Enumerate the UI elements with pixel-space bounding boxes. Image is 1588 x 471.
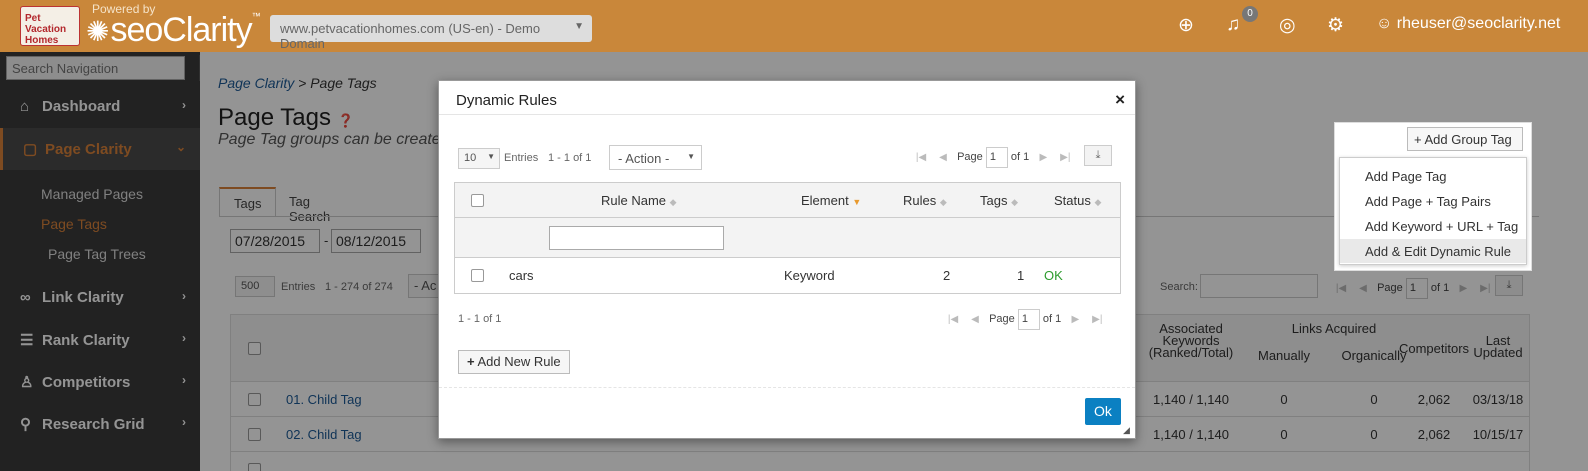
brand-logo: ✺seoClarity™ [86,11,261,49]
add-group-tag-dropdown: + Add Group Tag Add Page Tag Add Page + … [1334,122,1532,271]
modal-bottom-pager: |◀ ◀ Page 1 of 1 ▶ ▶| [942,309,1108,330]
last-page-icon[interactable]: ▶| [1086,314,1108,325]
rules-table: Rule Name ◆ Element ▼ Rules ◆ Tags ◆ Sta… [454,182,1121,294]
modal-header-divider [439,114,1135,115]
first-page-icon[interactable]: |◀ [910,152,932,163]
rule-name-value: cars [509,268,534,283]
sort-icon: ◆ [1094,197,1102,207]
sort-icon: ◆ [1011,197,1019,207]
chevron-down-icon: ▼ [574,21,584,32]
add-new-rule-button[interactable]: + Add New Rule [458,350,570,374]
menu-item-add-edit-dynamic-rule[interactable]: Add & Edit Dynamic Rule [1340,239,1526,263]
sort-icon: ◆ [669,197,677,207]
col-status[interactable]: Status ◆ [1054,193,1101,208]
ok-button[interactable]: Ok [1085,398,1121,425]
entries-label: Entries [504,152,539,164]
dynamic-rules-modal: Dynamic Rules × 10 ▼ Entries 1 - 1 of 1 … [438,80,1136,439]
pager-of-label: of 1 [1042,313,1062,325]
col-tags[interactable]: Tags ◆ [980,193,1018,208]
page-number-input[interactable]: 1 [985,147,1008,168]
domain-select[interactable]: www.petvacationhomes.com (US-en) - Demo … [270,15,592,51]
user-menu[interactable]: ☺ rheuser@seoclarity.net [1376,15,1560,33]
action-select[interactable]: - Action - ▼ [609,145,702,170]
resize-handle-icon[interactable]: ◢ [1123,426,1132,435]
domain-value: www.petvacationhomes.com (US-en) - Demo … [280,21,541,51]
col-rule-name-label: Rule Name [601,193,667,208]
next-page-icon[interactable]: ▶ [1032,152,1054,163]
sort-icon: ◆ [939,197,947,207]
select-all-checkbox[interactable] [471,194,484,207]
sort-desc-icon: ▼ [852,197,862,207]
prev-page-icon[interactable]: ◀ [932,152,954,163]
brand-gear-icon: ✺ [86,16,109,47]
col-status-label: Status [1054,193,1091,208]
chevron-down-icon: ▼ [487,152,495,161]
plus-icon: + [467,354,475,369]
row-checkbox[interactable] [471,269,484,282]
col-rule-name[interactable]: Rule Name ◆ [601,193,677,208]
gear-icon[interactable]: ⚙ [1327,14,1344,37]
notification-badge: 0 [1242,6,1258,22]
modal-top-pager: |◀ ◀ Page 1 of 1 ▶ ▶| [910,147,1076,168]
element-value: Keyword [784,268,835,283]
add-circle-icon[interactable]: ⊕ [1178,14,1194,37]
range-label: 1 - 1 of 1 [548,152,592,164]
status-badge: OK [1044,268,1063,283]
modal-title: Dynamic Rules [456,92,557,109]
next-page-icon[interactable]: ▶ [1064,314,1086,325]
page-size-value: 10 [464,152,477,164]
page-number-input[interactable]: 1 [1017,309,1040,330]
menu-item-add-page-tag[interactable]: Add Page Tag [1340,164,1526,188]
footer-range-label: 1 - 1 of 1 [458,313,502,325]
pager-page-label: Page [989,313,1015,325]
rules-filter-row [455,218,1120,258]
col-element-label: Element [801,193,849,208]
first-page-icon[interactable]: |◀ [942,314,964,325]
brand-name: seoClarity [110,11,252,49]
action-select-value: - Action - [618,151,670,166]
col-rules-label: Rules [903,193,937,208]
user-icon: ☺ [1376,15,1393,32]
modal-footer-divider [439,387,1135,388]
top-bar: Pet Vacation Homes Powered by ✺seoClarit… [0,0,1588,52]
download-icon[interactable]: ⤓ [1084,145,1112,166]
chevron-down-icon: ▼ [687,152,695,161]
rules-page-size-select[interactable]: 10 ▼ [458,148,500,169]
col-element[interactable]: Element ▼ [801,193,861,208]
close-icon[interactable]: × [1115,90,1125,110]
rules-value: 2 [943,268,951,283]
menu-item-add-page-tag-pairs[interactable]: Add Page + Tag Pairs [1340,189,1526,213]
tags-value: 1 [1017,268,1025,283]
col-rules[interactable]: Rules ◆ [903,193,947,208]
add-new-rule-label: Add New Rule [477,354,561,369]
last-page-icon[interactable]: ▶| [1054,152,1076,163]
rule-name-filter-input[interactable] [549,226,724,250]
client-logo: Pet Vacation Homes [20,6,80,46]
bell-icon[interactable]: ♫ [1226,14,1240,36]
user-email: rheuser@seoclarity.net [1396,15,1561,32]
add-group-tag-menu: Add Page Tag Add Page + Tag Pairs Add Ke… [1339,157,1527,265]
menu-item-add-keyword-url-tag[interactable]: Add Keyword + URL + Tag [1340,214,1526,238]
col-tags-label: Tags [980,193,1008,208]
table-row[interactable]: cars Keyword 2 1 OK [455,258,1120,293]
support-icon[interactable]: ◎ [1279,14,1296,37]
pager-page-label: Page [957,151,983,163]
add-group-tag-button[interactable]: + Add Group Tag [1407,127,1523,151]
pager-of-label: of 1 [1010,151,1030,163]
prev-page-icon[interactable]: ◀ [964,314,986,325]
rules-table-header: Rule Name ◆ Element ▼ Rules ◆ Tags ◆ Sta… [455,183,1120,218]
